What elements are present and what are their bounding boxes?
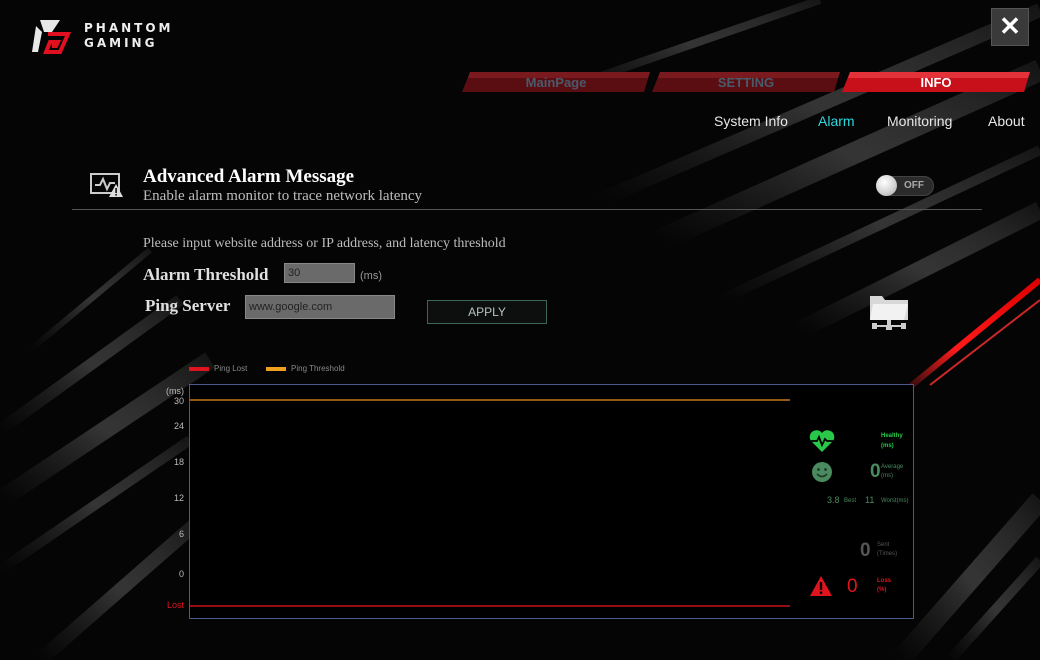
ping-server-label: Ping Server [145,296,231,315]
tab-setting-label: SETTING [717,75,775,90]
best-value: 3.8 [827,495,840,505]
alarm-title: Advanced Alarm Message [143,166,355,187]
header-divider [72,209,982,210]
phantom-gaming-icon [32,20,72,54]
tab-info-label: INFO [920,75,952,90]
legend-ping-threshold-label: Ping Threshold [291,364,345,373]
subnav-system-info[interactable]: System Info [714,113,788,129]
tab-setting[interactable]: SETTING [652,72,840,92]
sent-label: Sent [877,542,890,548]
y-tick: 24 [173,421,184,431]
alarm-subtitle: Enable alarm monitor to trace network la… [143,188,423,204]
toggle-knob [876,175,897,196]
sent-unit: (Times) [877,551,898,557]
average-label: Average [881,464,904,470]
monitor-alert-icon [90,173,123,197]
tab-mainpage-label: MainPage [525,75,587,90]
legend-ping-threshold: Ping Threshold [266,364,345,373]
best-label: Best [844,498,857,504]
smiley-face-icon [812,462,832,482]
latency-chart: Healthy (ms) 0 Average (ms) 3.8 Best 11 … [189,384,914,619]
folder-network-icon[interactable] [866,292,912,332]
threshold-label: Alarm Threshold [143,265,269,284]
threshold-unit: (ms) [360,270,382,282]
subnav-about[interactable]: About [988,113,1025,129]
apply-button[interactable]: APPLY [427,300,547,324]
healthy-unit: (ms) [881,443,894,449]
worst-label: Worst(ms) [881,498,909,504]
tab-mainpage[interactable]: MainPage [462,72,650,92]
brand-logo: PHANTOM GAMING [30,18,174,54]
toggle-state-label: OFF [904,180,924,191]
legend-ping-lost-swatch [189,366,209,371]
subnav-monitoring[interactable]: Monitoring [887,113,952,129]
loss-unit: (%) [877,587,887,593]
legend-ping-lost: Ping Lost [189,364,247,373]
legend-ping-threshold-swatch [266,366,286,371]
legend-ping-lost-label: Ping Lost [214,364,248,373]
average-value: 0 [870,461,881,482]
y-tick-lost: Lost [166,600,184,610]
y-tick: 18 [173,457,184,467]
subnav-alarm[interactable]: Alarm [818,113,855,129]
worst-value: 11 [865,495,875,505]
latency-chart-plot [190,399,790,607]
brand-line2: GAMING [84,36,158,50]
loss-label: Loss [877,578,892,584]
heart-pulse-icon [809,430,835,452]
y-tick: 6 [178,529,184,539]
loss-value: 0 [847,576,858,597]
warning-triangle-icon [810,576,832,596]
instructions-text: Please input website address or IP addre… [143,236,506,251]
y-tick: 30 [173,396,184,406]
ping-server-input[interactable] [245,295,395,319]
y-axis-unit: (ms) [166,386,184,396]
brand-line1: PHANTOM [84,21,174,35]
tab-info[interactable]: INFO [842,72,1030,92]
y-tick: 0 [178,569,184,579]
y-tick: 12 [173,493,184,503]
alarm-toggle[interactable]: OFF [876,175,934,196]
average-unit: (ms) [881,473,893,479]
sent-value: 0 [860,540,871,561]
brand-name: PHANTOM GAMING [84,21,174,51]
close-button[interactable]: ✕ [991,8,1029,46]
threshold-input[interactable] [284,263,355,283]
healthy-label: Healthy [881,433,903,439]
